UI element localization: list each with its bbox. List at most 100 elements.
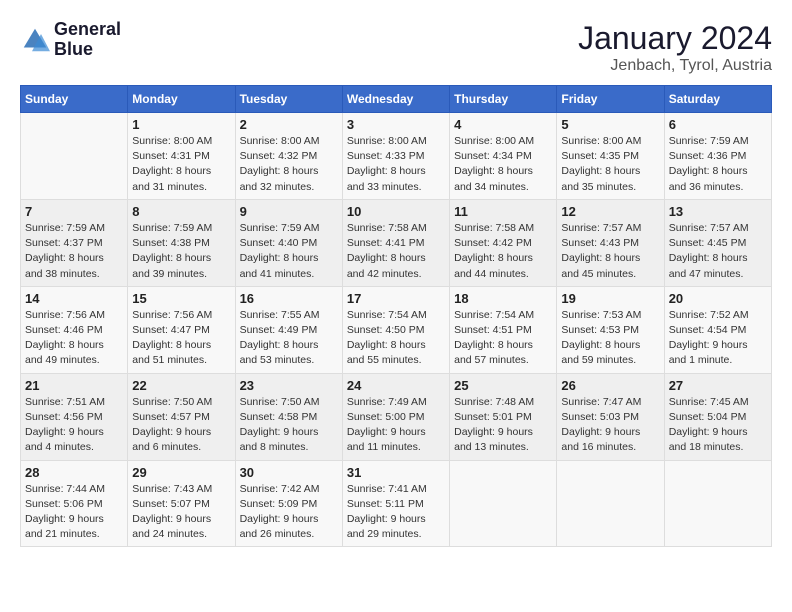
- day-info: Sunrise: 8:00 AM Sunset: 4:31 PM Dayligh…: [132, 134, 230, 195]
- day-number: 1: [132, 117, 230, 132]
- day-number: 2: [240, 117, 338, 132]
- calendar-cell: 8 Sunrise: 7:59 AM Sunset: 4:38 PM Daylig…: [128, 199, 235, 286]
- calendar-cell: 23Sunrise: 7:50 AM Sunset: 4:58 PM Dayli…: [235, 373, 342, 460]
- logo: General Blue: [20, 20, 121, 60]
- day-info: Sunrise: 7:55 AM Sunset: 4:49 PM Dayligh…: [240, 308, 338, 369]
- day-number: 23: [240, 378, 338, 393]
- day-number: 18: [454, 291, 552, 306]
- day-number: 4: [454, 117, 552, 132]
- calendar-week-row: 7Sunrise: 7:59 AM Sunset: 4:37 PM Daylig…: [21, 199, 772, 286]
- logo-text: General Blue: [54, 20, 121, 60]
- calendar-cell: 12 Sunrise: 7:57 AM Sunset: 4:43 PM Dayli…: [557, 199, 664, 286]
- days-of-week-row: SundayMondayTuesdayWednesdayThursdayFrid…: [21, 86, 772, 113]
- subtitle: Jenbach, Tyrol, Austria: [578, 57, 772, 75]
- calendar-table: SundayMondayTuesdayWednesdayThursdayFrid…: [20, 85, 772, 547]
- calendar-cell: 26Sunrise: 7:47 AM Sunset: 5:03 PM Dayli…: [557, 373, 664, 460]
- calendar-cell: 24 Sunrise: 7:49 AM Sunset: 5:00 PM Dayli…: [342, 373, 449, 460]
- calendar-cell: 31 Sunrise: 7:41 AM Sunset: 5:11 PM Dayli…: [342, 460, 449, 547]
- calendar-week-row: 28Sunrise: 7:44 AM Sunset: 5:06 PM Dayli…: [21, 460, 772, 547]
- day-number: 5: [561, 117, 659, 132]
- day-number: 13: [669, 204, 767, 219]
- day-of-week-header: Friday: [557, 86, 664, 113]
- day-number: 16: [240, 291, 338, 306]
- header: General Blue January 2024 Jenbach, Tyrol…: [20, 20, 772, 75]
- day-number: 31: [347, 465, 445, 480]
- calendar-cell: 18 Sunrise: 7:54 AM Sunset: 4:51 PM Dayli…: [450, 286, 557, 373]
- calendar-cell: 7Sunrise: 7:59 AM Sunset: 4:37 PM Daylig…: [21, 199, 128, 286]
- day-number: 29: [132, 465, 230, 480]
- title-section: January 2024 Jenbach, Tyrol, Austria: [578, 20, 772, 75]
- day-of-week-header: Wednesday: [342, 86, 449, 113]
- calendar-cell: 29 Sunrise: 7:43 AM Sunset: 5:07 PM Dayli…: [128, 460, 235, 547]
- calendar-body: 1 Sunrise: 8:00 AM Sunset: 4:31 PM Daylig…: [21, 113, 772, 547]
- day-of-week-header: Tuesday: [235, 86, 342, 113]
- calendar-cell: 16 Sunrise: 7:55 AM Sunset: 4:49 PM Dayli…: [235, 286, 342, 373]
- day-info: Sunrise: 7:54 AM Sunset: 4:50 PM Dayligh…: [347, 308, 445, 369]
- calendar-cell: 11Sunrise: 7:58 AM Sunset: 4:42 PM Dayli…: [450, 199, 557, 286]
- day-info: Sunrise: 7:56 AM Sunset: 4:47 PM Dayligh…: [132, 308, 230, 369]
- calendar-cell: [557, 460, 664, 547]
- day-info: Sunrise: 7:48 AM Sunset: 5:01 PM Dayligh…: [454, 395, 552, 456]
- calendar-cell: 4 Sunrise: 8:00 AM Sunset: 4:34 PM Daylig…: [450, 113, 557, 200]
- day-number: 14: [25, 291, 123, 306]
- calendar-cell: 2 Sunrise: 8:00 AM Sunset: 4:32 PM Daylig…: [235, 113, 342, 200]
- day-number: 15: [132, 291, 230, 306]
- day-number: 20: [669, 291, 767, 306]
- day-info: Sunrise: 7:59 AM Sunset: 4:38 PM Dayligh…: [132, 221, 230, 282]
- calendar-cell: 9Sunrise: 7:59 AM Sunset: 4:40 PM Daylig…: [235, 199, 342, 286]
- day-info: Sunrise: 7:41 AM Sunset: 5:11 PM Dayligh…: [347, 482, 445, 543]
- day-info: Sunrise: 7:50 AM Sunset: 4:57 PM Dayligh…: [132, 395, 230, 456]
- day-number: 19: [561, 291, 659, 306]
- main-title: January 2024: [578, 20, 772, 57]
- day-info: Sunrise: 7:53 AM Sunset: 4:53 PM Dayligh…: [561, 308, 659, 369]
- day-info: Sunrise: 7:52 AM Sunset: 4:54 PM Dayligh…: [669, 308, 767, 369]
- day-of-week-header: Thursday: [450, 86, 557, 113]
- day-info: Sunrise: 7:59 AM Sunset: 4:36 PM Dayligh…: [669, 134, 767, 195]
- day-number: 9: [240, 204, 338, 219]
- calendar-cell: 30 Sunrise: 7:42 AM Sunset: 5:09 PM Dayli…: [235, 460, 342, 547]
- calendar-cell: 10 Sunrise: 7:58 AM Sunset: 4:41 PM Dayli…: [342, 199, 449, 286]
- calendar-cell: [450, 460, 557, 547]
- day-info: Sunrise: 7:56 AM Sunset: 4:46 PM Dayligh…: [25, 308, 123, 369]
- calendar-cell: 21 Sunrise: 7:51 AM Sunset: 4:56 PM Dayli…: [21, 373, 128, 460]
- calendar-cell: 5 Sunrise: 8:00 AM Sunset: 4:35 PM Daylig…: [557, 113, 664, 200]
- calendar-week-row: 21 Sunrise: 7:51 AM Sunset: 4:56 PM Dayli…: [21, 373, 772, 460]
- calendar-cell: [21, 113, 128, 200]
- day-info: Sunrise: 7:58 AM Sunset: 4:41 PM Dayligh…: [347, 221, 445, 282]
- day-number: 3: [347, 117, 445, 132]
- calendar-cell: 15 Sunrise: 7:56 AM Sunset: 4:47 PM Dayli…: [128, 286, 235, 373]
- calendar-cell: 6 Sunrise: 7:59 AM Sunset: 4:36 PM Daylig…: [664, 113, 771, 200]
- day-number: 27: [669, 378, 767, 393]
- day-number: 10: [347, 204, 445, 219]
- day-info: Sunrise: 8:00 AM Sunset: 4:34 PM Dayligh…: [454, 134, 552, 195]
- day-number: 6: [669, 117, 767, 132]
- day-of-week-header: Sunday: [21, 86, 128, 113]
- day-info: Sunrise: 7:51 AM Sunset: 4:56 PM Dayligh…: [25, 395, 123, 456]
- logo-icon: [20, 25, 50, 55]
- calendar-cell: 1 Sunrise: 8:00 AM Sunset: 4:31 PM Daylig…: [128, 113, 235, 200]
- day-info: Sunrise: 7:57 AM Sunset: 4:43 PM Dayligh…: [561, 221, 659, 282]
- day-info: Sunrise: 8:00 AM Sunset: 4:33 PM Dayligh…: [347, 134, 445, 195]
- day-number: 24: [347, 378, 445, 393]
- calendar-cell: 13 Sunrise: 7:57 AM Sunset: 4:45 PM Dayli…: [664, 199, 771, 286]
- day-info: Sunrise: 7:43 AM Sunset: 5:07 PM Dayligh…: [132, 482, 230, 543]
- calendar-cell: 22Sunrise: 7:50 AM Sunset: 4:57 PM Dayli…: [128, 373, 235, 460]
- calendar-cell: 19 Sunrise: 7:53 AM Sunset: 4:53 PM Dayli…: [557, 286, 664, 373]
- day-number: 8: [132, 204, 230, 219]
- day-info: Sunrise: 7:57 AM Sunset: 4:45 PM Dayligh…: [669, 221, 767, 282]
- day-info: Sunrise: 7:54 AM Sunset: 4:51 PM Dayligh…: [454, 308, 552, 369]
- day-number: 26: [561, 378, 659, 393]
- day-number: 30: [240, 465, 338, 480]
- day-info: Sunrise: 7:49 AM Sunset: 5:00 PM Dayligh…: [347, 395, 445, 456]
- day-of-week-header: Monday: [128, 86, 235, 113]
- day-info: Sunrise: 7:42 AM Sunset: 5:09 PM Dayligh…: [240, 482, 338, 543]
- day-info: Sunrise: 8:00 AM Sunset: 4:35 PM Dayligh…: [561, 134, 659, 195]
- day-info: Sunrise: 7:59 AM Sunset: 4:37 PM Dayligh…: [25, 221, 123, 282]
- day-info: Sunrise: 7:58 AM Sunset: 4:42 PM Dayligh…: [454, 221, 552, 282]
- day-number: 12: [561, 204, 659, 219]
- day-number: 21: [25, 378, 123, 393]
- day-info: Sunrise: 7:44 AM Sunset: 5:06 PM Dayligh…: [25, 482, 123, 543]
- calendar-cell: 14 Sunrise: 7:56 AM Sunset: 4:46 PM Dayli…: [21, 286, 128, 373]
- calendar-cell: [664, 460, 771, 547]
- day-info: Sunrise: 8:00 AM Sunset: 4:32 PM Dayligh…: [240, 134, 338, 195]
